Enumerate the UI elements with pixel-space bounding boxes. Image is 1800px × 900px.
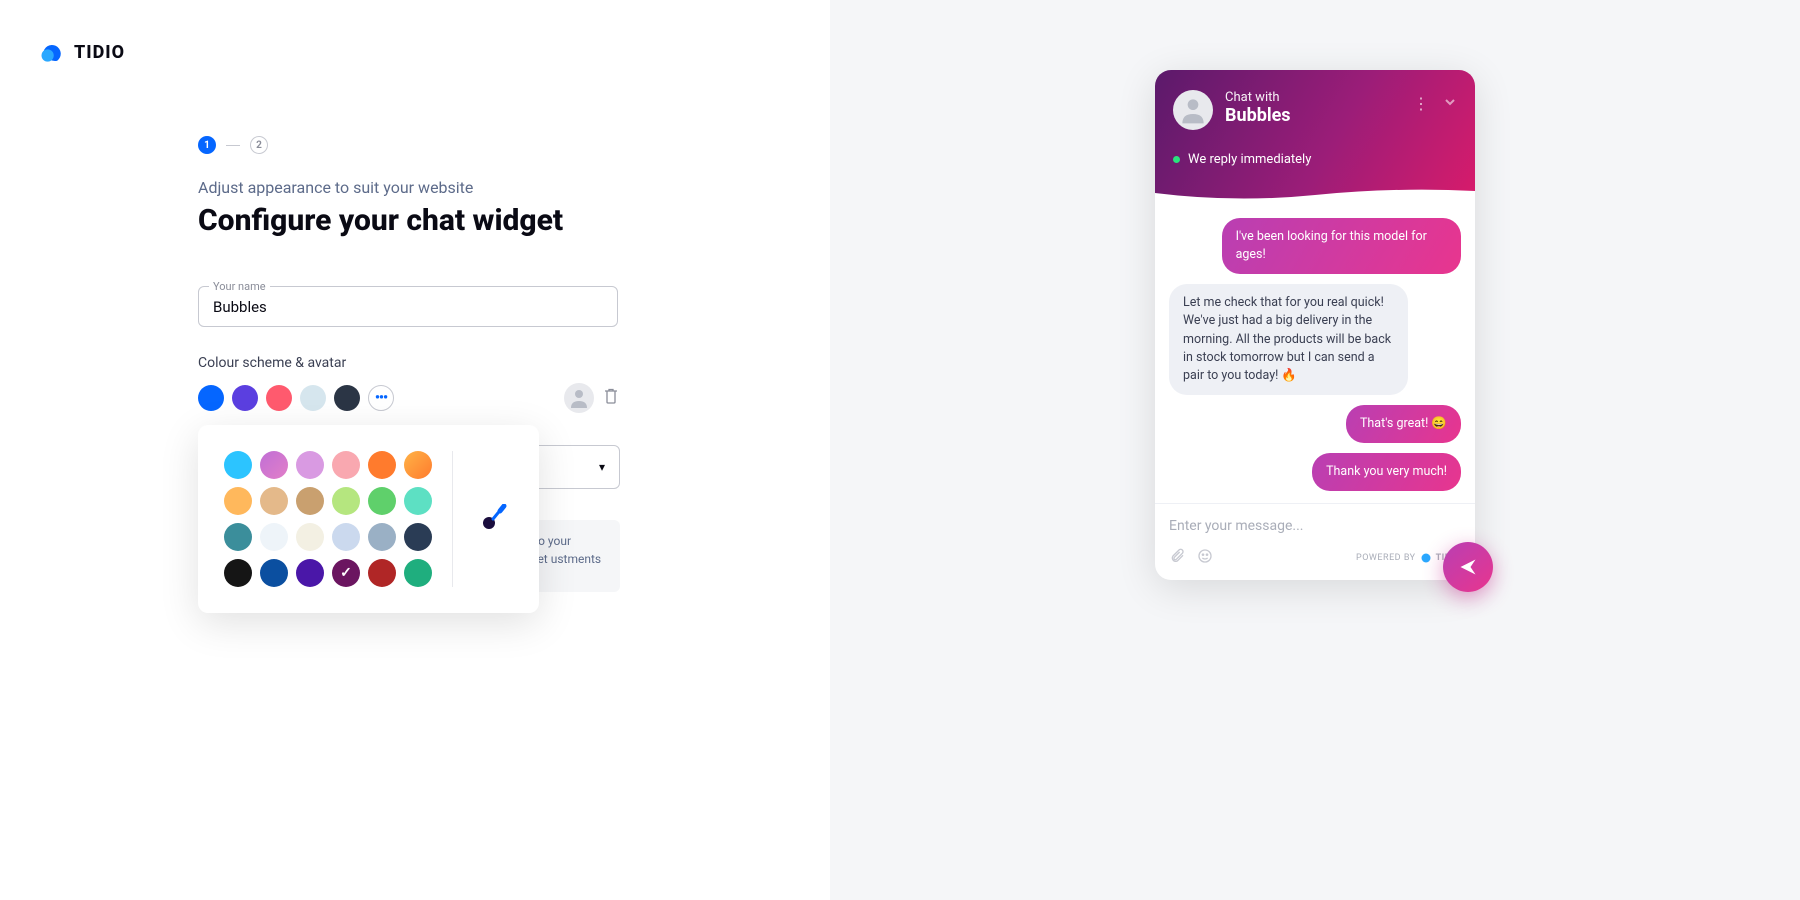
avatar-controls (564, 383, 618, 413)
color-swatch[interactable] (368, 523, 396, 551)
step-2[interactable]: 2 (250, 136, 268, 154)
chat-header-name: Bubbles (1225, 105, 1401, 126)
page-title: Configure your chat widget (198, 203, 620, 238)
chat-header: Chat with Bubbles ⋮ We reply immediately (1155, 70, 1475, 202)
color-grid: ✓ (224, 451, 432, 587)
check-icon: ✓ (340, 565, 352, 581)
logo-icon (38, 38, 66, 66)
color-swatch[interactable] (224, 559, 252, 587)
color-swatch[interactable] (260, 487, 288, 515)
color-swatch[interactable] (404, 451, 432, 479)
logo-text: TIDIO (74, 42, 125, 63)
color-swatch[interactable] (368, 451, 396, 479)
attachment-icon[interactable] (1169, 548, 1185, 568)
color-swatch[interactable] (224, 451, 252, 479)
trash-icon[interactable] (604, 388, 618, 408)
quick-color-row: ••• (198, 383, 618, 413)
step-connector (226, 145, 240, 146)
chat-footer: Enter your message... POWERED BY TIDIO (1155, 503, 1475, 580)
header-wave (1155, 185, 1475, 203)
quick-color-swatch[interactable] (300, 385, 326, 411)
stepper: 1 2 (198, 136, 620, 154)
color-swatch[interactable] (224, 523, 252, 551)
color-swatch[interactable] (368, 559, 396, 587)
color-section-label: Colour scheme & avatar (198, 355, 620, 371)
kebab-icon[interactable]: ⋮ (1413, 94, 1429, 113)
chevron-down-icon: ▾ (599, 460, 605, 474)
user-message-bubble: That's great! 😄 (1346, 405, 1461, 443)
color-swatch[interactable] (224, 487, 252, 515)
chevron-down-icon[interactable] (1443, 94, 1457, 113)
color-swatch[interactable] (296, 451, 324, 479)
powered-logo-icon (1420, 552, 1432, 564)
left-panel: TIDIO 1 2 Adjust appearance to suit your… (0, 0, 830, 900)
reply-status-row: We reply immediately (1173, 152, 1457, 167)
agent-message-bubble: Let me check that for you real quick! We… (1169, 284, 1408, 395)
color-swatch[interactable] (332, 487, 360, 515)
color-swatch[interactable] (368, 487, 396, 515)
color-swatch[interactable] (260, 523, 288, 551)
chat-header-avatar (1173, 90, 1213, 130)
color-swatch[interactable] (332, 523, 360, 551)
popover-divider (452, 451, 453, 587)
custom-color-button[interactable] (473, 451, 513, 587)
chat-input[interactable]: Enter your message... (1169, 518, 1461, 534)
color-swatch[interactable] (404, 523, 432, 551)
content-area: 1 2 Adjust appearance to suit your websi… (0, 66, 620, 413)
color-swatch[interactable] (296, 487, 324, 515)
user-message-bubble: Thank you very much! (1312, 453, 1461, 491)
quick-color-swatch[interactable] (334, 385, 360, 411)
quick-color-swatch[interactable] (232, 385, 258, 411)
more-colors-button[interactable]: ••• (368, 385, 394, 411)
send-button[interactable] (1443, 542, 1493, 592)
color-swatch[interactable]: ✓ (332, 559, 360, 587)
name-field[interactable]: Your name (198, 286, 618, 327)
color-swatch[interactable] (296, 523, 324, 551)
page-subtitle: Adjust appearance to suit your website (198, 178, 620, 197)
chat-body: I've been looking for this model for age… (1155, 202, 1475, 503)
color-swatch[interactable] (260, 559, 288, 587)
avatar-preview[interactable] (564, 383, 594, 413)
status-dot-icon (1173, 156, 1180, 163)
quick-color-swatch[interactable] (266, 385, 292, 411)
quick-color-swatch[interactable] (198, 385, 224, 411)
reply-status-text: We reply immediately (1188, 152, 1311, 167)
color-swatch[interactable] (404, 559, 432, 587)
step-1[interactable]: 1 (198, 136, 216, 154)
emoji-icon[interactable] (1197, 548, 1213, 568)
color-picker-popover: ✓ (198, 425, 539, 613)
name-input[interactable] (213, 298, 603, 316)
color-swatch[interactable] (404, 487, 432, 515)
color-swatch[interactable] (260, 451, 288, 479)
logo: TIDIO (0, 0, 830, 66)
chat-widget-preview: Chat with Bubbles ⋮ We reply immediately… (1155, 70, 1475, 580)
name-field-label: Your name (209, 280, 270, 293)
user-message-bubble: I've been looking for this model for age… (1222, 218, 1461, 274)
chat-with-label: Chat with (1225, 90, 1401, 105)
color-swatch[interactable] (332, 451, 360, 479)
preview-panel: Chat with Bubbles ⋮ We reply immediately… (830, 0, 1800, 900)
color-swatch[interactable] (296, 559, 324, 587)
